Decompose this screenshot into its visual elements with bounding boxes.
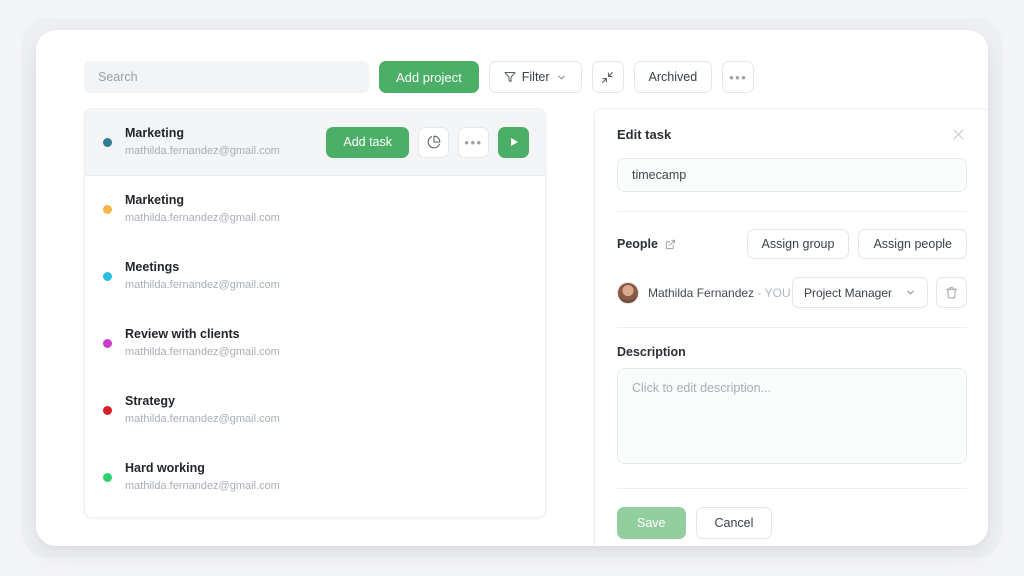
external-link-icon[interactable] bbox=[665, 239, 676, 250]
project-row[interactable]: Review with clientsmathilda.fernandez@gm… bbox=[85, 310, 545, 377]
app-card: Add project Filter bbox=[36, 30, 988, 546]
project-name: Strategy bbox=[125, 393, 529, 410]
project-color-dot bbox=[103, 272, 112, 281]
project-row-text: Hard workingmathilda.fernandez@gmail.com bbox=[125, 460, 529, 494]
project-row-text: Review with clientsmathilda.fernandez@gm… bbox=[125, 326, 529, 360]
project-row-text: Strategymathilda.fernandez@gmail.com bbox=[125, 393, 529, 427]
start-timer-button[interactable] bbox=[498, 127, 529, 158]
project-owner-email: mathilda.fernandez@gmail.com bbox=[125, 277, 529, 294]
people-label: People bbox=[617, 237, 658, 251]
person-controls: Project Manager bbox=[792, 277, 967, 308]
divider-above-footer bbox=[617, 488, 967, 489]
remove-person-button[interactable] bbox=[936, 277, 967, 308]
task-name-input[interactable] bbox=[617, 158, 967, 192]
project-owner-email: mathilda.fernandez@gmail.com bbox=[125, 411, 529, 428]
funnel-icon bbox=[504, 71, 516, 83]
role-select[interactable]: Project Manager bbox=[792, 277, 928, 308]
trash-icon bbox=[945, 286, 958, 299]
description-label: Description bbox=[617, 345, 967, 359]
project-report-button[interactable] bbox=[418, 127, 449, 158]
project-row[interactable]: Meetingsmathilda.fernandez@gmail.com bbox=[85, 243, 545, 310]
chevron-down-icon bbox=[556, 72, 567, 83]
divider-above-description bbox=[617, 327, 967, 328]
collapse-diagonal-icon bbox=[601, 71, 614, 84]
project-row-actions: Add task ••• bbox=[326, 127, 529, 158]
project-color-dot bbox=[103, 205, 112, 214]
play-icon bbox=[508, 136, 520, 148]
project-row[interactable]: Marketingmathilda.fernandez@gmail.comAdd… bbox=[85, 109, 545, 176]
project-name: Meetings bbox=[125, 259, 529, 276]
edit-task-header: Edit task bbox=[617, 127, 967, 143]
divider-above-people bbox=[617, 211, 967, 212]
project-name: Marketing bbox=[125, 192, 529, 209]
viewport: Add project Filter bbox=[0, 0, 1024, 576]
project-owner-email: mathilda.fernandez@gmail.com bbox=[125, 210, 529, 227]
person-full-name: Mathilda Fernandez bbox=[648, 286, 754, 300]
assign-people-button[interactable]: Assign people bbox=[858, 229, 967, 259]
description-textarea[interactable] bbox=[617, 368, 967, 464]
assign-group-button[interactable]: Assign group bbox=[747, 229, 850, 259]
project-owner-email: mathilda.fernandez@gmail.com bbox=[125, 478, 529, 495]
add-task-button[interactable]: Add task bbox=[326, 127, 409, 158]
cancel-button[interactable]: Cancel bbox=[696, 507, 773, 539]
project-more-button[interactable]: ••• bbox=[458, 127, 489, 158]
project-color-dot bbox=[103, 138, 112, 147]
edit-task-title: Edit task bbox=[617, 127, 671, 142]
add-project-button[interactable]: Add project bbox=[379, 61, 479, 93]
project-list-panel: Marketingmathilda.fernandez@gmail.comAdd… bbox=[84, 108, 546, 518]
filter-button[interactable]: Filter bbox=[489, 61, 582, 93]
edit-task-footer: Save Cancel bbox=[617, 507, 967, 539]
person-row: Mathilda Fernandez - YOU Project Manager bbox=[617, 277, 967, 308]
people-section-header: People Assign group Assign people bbox=[617, 229, 967, 259]
person-name: Mathilda Fernandez - YOU bbox=[648, 286, 791, 300]
close-icon[interactable] bbox=[951, 127, 967, 143]
save-button[interactable]: Save bbox=[617, 507, 686, 539]
ellipsis-icon: ••• bbox=[729, 71, 747, 84]
role-value: Project Manager bbox=[804, 286, 892, 300]
project-owner-email: mathilda.fernandez@gmail.com bbox=[125, 344, 529, 361]
project-owner-email: mathilda.fernandez@gmail.com bbox=[125, 143, 326, 160]
project-name: Review with clients bbox=[125, 326, 529, 343]
chevron-down-icon bbox=[905, 287, 916, 298]
project-row[interactable]: Strategymathilda.fernandez@gmail.com bbox=[85, 377, 545, 444]
toolbar: Add project Filter bbox=[84, 61, 754, 93]
project-name: Hard working bbox=[125, 460, 529, 477]
collapse-toggle-button[interactable] bbox=[592, 61, 624, 93]
project-row[interactable]: Hard workingmathilda.fernandez@gmail.com bbox=[85, 444, 545, 511]
archived-button[interactable]: Archived bbox=[634, 61, 713, 93]
pie-chart-icon bbox=[427, 135, 441, 149]
avatar bbox=[617, 282, 639, 304]
filter-label: Filter bbox=[522, 70, 550, 84]
toolbar-more-button[interactable]: ••• bbox=[722, 61, 754, 93]
person-you-suffix: - YOU bbox=[757, 286, 790, 300]
project-color-dot bbox=[103, 339, 112, 348]
project-row[interactable]: Marketingmathilda.fernandez@gmail.com bbox=[85, 176, 545, 243]
edit-task-panel: Edit task People Assign group Assign bbox=[594, 108, 988, 546]
ellipsis-icon: ••• bbox=[464, 136, 482, 149]
people-actions: Assign group Assign people bbox=[747, 229, 968, 259]
project-row-text: Meetingsmathilda.fernandez@gmail.com bbox=[125, 259, 529, 293]
project-row-text: Marketingmathilda.fernandez@gmail.com bbox=[125, 192, 529, 226]
project-name: Marketing bbox=[125, 125, 326, 142]
project-row-text: Marketingmathilda.fernandez@gmail.com bbox=[125, 125, 326, 159]
search-input[interactable] bbox=[84, 61, 369, 93]
project-color-dot bbox=[103, 406, 112, 415]
project-color-dot bbox=[103, 473, 112, 482]
